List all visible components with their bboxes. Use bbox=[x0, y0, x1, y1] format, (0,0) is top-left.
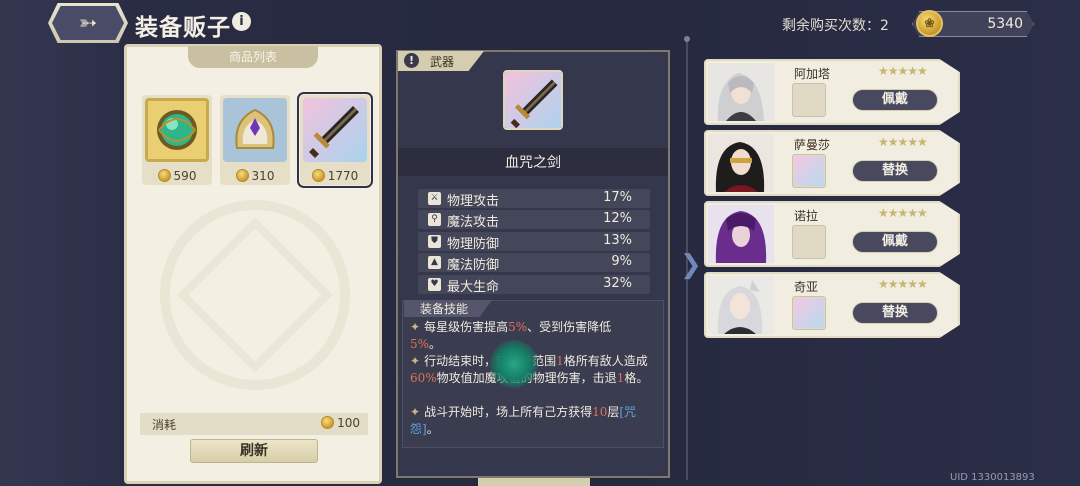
shop-item-green-orb[interactable]: 590 bbox=[142, 95, 212, 185]
left-strip bbox=[0, 0, 120, 486]
uid-label: UID 1330013893 bbox=[950, 472, 1035, 483]
stat-label: 魔法防御 bbox=[447, 258, 500, 273]
stat-label: 物理攻击 bbox=[447, 194, 500, 209]
equip-slot bbox=[792, 296, 826, 330]
green-orb-icon bbox=[145, 98, 209, 162]
skill-line-3: ✦ 战斗开始时，场上所有己方获得10层[咒怨]。 bbox=[410, 405, 637, 436]
stat-value: 17% bbox=[603, 190, 632, 205]
cost-value: 100 bbox=[321, 416, 360, 430]
page-title: 装备贩子 bbox=[135, 14, 231, 41]
item-price: 310 bbox=[220, 169, 290, 183]
buy-count-label: 剩余购买次数：2 bbox=[782, 18, 889, 34]
shop-list-tab: 商品列表 bbox=[188, 46, 318, 68]
skill-line-1: ✦ 每星级伤害提高5%、受到伤害降低 5%。 bbox=[410, 320, 612, 351]
character-portrait bbox=[708, 276, 774, 334]
helmet-icon bbox=[223, 98, 287, 162]
coin-icon: ❀ bbox=[916, 10, 943, 37]
back-arrow-icon: ➳ bbox=[52, 6, 124, 40]
star-bullet-icon: ✦ bbox=[410, 354, 421, 368]
touch-indicator bbox=[490, 340, 538, 388]
stat-value: 32% bbox=[603, 276, 632, 291]
star-rating: ★★★★★ bbox=[878, 64, 928, 78]
item-price: 590 bbox=[142, 169, 212, 183]
shop-item-violet-helmet[interactable]: 310 bbox=[220, 95, 290, 185]
empty-equip-slot bbox=[792, 225, 826, 259]
equip-button[interactable]: 佩戴 bbox=[852, 89, 938, 111]
gold-amount: 5340 bbox=[987, 16, 1023, 32]
character-card-samantha[interactable]: 萨曼莎 ★★★★★ 替换 bbox=[704, 130, 960, 196]
equip-button[interactable]: 佩戴 bbox=[852, 231, 938, 253]
stat-label: 最大生命 bbox=[447, 280, 500, 295]
coin-icon bbox=[235, 169, 249, 182]
character-portrait bbox=[708, 205, 774, 263]
shop-item-blood-sword[interactable]: 1770 bbox=[297, 92, 373, 188]
back-button[interactable]: ➳ bbox=[48, 3, 128, 43]
star-rating: ★★★★★ bbox=[878, 135, 928, 149]
refresh-button[interactable]: 刷新 bbox=[190, 439, 318, 463]
wand-icon: ⚲ bbox=[428, 213, 441, 226]
character-portrait bbox=[708, 63, 774, 121]
item-price: 1770 bbox=[300, 169, 370, 183]
character-card-nora[interactable]: 诺拉 ★★★★★ 佩戴 bbox=[704, 201, 960, 267]
stat-value: 9% bbox=[611, 254, 632, 269]
character-name: 诺拉 bbox=[794, 209, 819, 223]
stat-value: 12% bbox=[603, 211, 632, 226]
heart-icon: ♥ bbox=[428, 278, 441, 291]
divider-dot bbox=[684, 36, 690, 42]
sword-icon: ⚔ bbox=[428, 192, 441, 205]
item-name: 血咒之剑 bbox=[505, 155, 561, 171]
sword-icon bbox=[794, 298, 824, 328]
replace-button[interactable]: 替换 bbox=[852, 302, 938, 324]
stat-row-magic-def: ▲ 魔法防御 9% bbox=[418, 253, 650, 273]
sword-icon bbox=[794, 156, 824, 186]
category-label: 武器 bbox=[430, 55, 455, 69]
star-rating: ★★★★★ bbox=[878, 206, 928, 220]
star-rating: ★★★★★ bbox=[878, 277, 928, 291]
equip-slot bbox=[792, 154, 826, 188]
character-card-agata[interactable]: 阿加塔 ★★★★★ 佩戴 bbox=[704, 59, 960, 125]
cost-label: 消耗 bbox=[152, 418, 177, 432]
coin-icon bbox=[157, 169, 171, 182]
cost-bar: 消耗 100 bbox=[140, 413, 368, 435]
coin-icon bbox=[311, 169, 325, 182]
stat-label: 物理防御 bbox=[447, 237, 500, 252]
character-name: 奇亚 bbox=[794, 280, 819, 294]
stat-label: 魔法攻击 bbox=[447, 215, 500, 230]
character-name: 萨曼莎 bbox=[794, 138, 831, 152]
star-bullet-icon: ✦ bbox=[410, 405, 421, 419]
stat-row-max-hp: ♥ 最大生命 32% bbox=[418, 275, 650, 295]
replace-button[interactable]: 替换 bbox=[852, 160, 938, 182]
empty-equip-slot bbox=[792, 83, 826, 117]
stat-row-phys-atk: ⚔ 物理攻击 17% bbox=[418, 189, 650, 209]
info-icon[interactable]: i bbox=[232, 12, 251, 31]
hat-icon: ▲ bbox=[428, 256, 441, 269]
character-portrait bbox=[708, 134, 774, 192]
stat-row-phys-def: ⛊ 物理防御 13% bbox=[418, 232, 650, 252]
sword-item-icon bbox=[303, 98, 367, 162]
skill-tab-label: 装备技能 bbox=[420, 302, 469, 316]
sword-detail-icon bbox=[503, 70, 563, 130]
stat-value: 13% bbox=[603, 233, 632, 248]
character-card-kiya[interactable]: 奇亚 ★★★★★ 替换 bbox=[704, 272, 960, 338]
stat-row-magic-atk: ⚲ 魔法攻击 12% bbox=[418, 210, 650, 230]
character-name: 阿加塔 bbox=[794, 67, 831, 81]
exclamation-icon: ! bbox=[404, 53, 419, 68]
chevron-right-icon[interactable]: ❯ bbox=[680, 250, 702, 280]
bottom-tab-decoration bbox=[478, 478, 590, 486]
shield-icon: ⛊ bbox=[428, 235, 441, 248]
coin-icon bbox=[321, 416, 335, 429]
star-bullet-icon: ✦ bbox=[410, 320, 421, 334]
